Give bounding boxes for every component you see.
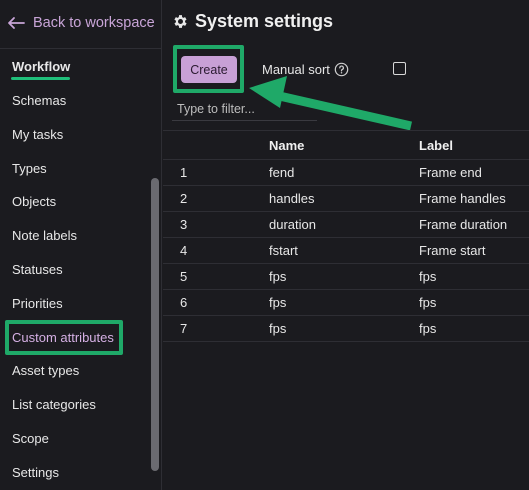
sidebar-item-priorities[interactable]: Priorities	[12, 295, 63, 313]
row-index: 1	[180, 165, 188, 180]
back-to-workspace-label: Back to workspace	[33, 15, 155, 31]
table-row[interactable]: 7 fps fps	[163, 316, 529, 342]
row-index: 7	[180, 321, 188, 336]
table-row[interactable]: 2 handles Frame handles	[163, 186, 529, 212]
row-index: 2	[180, 191, 188, 206]
page-title-text: System settings	[195, 10, 334, 31]
row-name: handles	[269, 191, 315, 206]
row-label: Frame handles	[419, 191, 506, 206]
active-tab-underline	[11, 77, 70, 80]
arrow-left-icon	[8, 17, 25, 29]
table-row[interactable]: 1 fend Frame end	[163, 160, 529, 186]
row-name: fstart	[269, 243, 298, 258]
sidebar-item-asset-types[interactable]: Asset types	[12, 362, 79, 380]
question-circle-icon[interactable]	[334, 62, 349, 77]
sidebar-item-list-categories[interactable]: List categories	[12, 396, 96, 414]
main-content: System settings Create Manual sort Name …	[163, 0, 529, 490]
sidebar-item-custom-attributes[interactable]: Custom attributes	[12, 329, 114, 347]
row-index: 5	[180, 269, 188, 284]
sidebar: Back to workspace Workflow Schemas My ta…	[0, 0, 162, 490]
table-row[interactable]: 5 fps fps	[163, 264, 529, 290]
sidebar-item-objects[interactable]: Objects	[12, 193, 56, 211]
table-row[interactable]: 4 fstart Frame start	[163, 238, 529, 264]
row-label: Frame end	[419, 165, 482, 180]
back-to-workspace-link[interactable]: Back to workspace	[7, 12, 155, 34]
sidebar-item-types[interactable]: Types	[12, 160, 47, 178]
sidebar-scrollbar[interactable]	[151, 178, 159, 471]
manual-sort-label: Manual sort	[262, 62, 330, 77]
attributes-table: Name Label 1 fend Frame end 2 handles Fr…	[163, 130, 529, 342]
sidebar-divider	[0, 48, 161, 49]
row-name: duration	[269, 217, 316, 232]
row-index: 3	[180, 217, 188, 232]
row-name: fps	[269, 321, 287, 336]
header-name[interactable]: Name	[269, 138, 419, 153]
page-title: System settings	[172, 10, 333, 32]
row-label: fps	[419, 295, 437, 310]
row-label: Frame start	[419, 243, 486, 258]
table-row[interactable]: 6 fps fps	[163, 290, 529, 316]
row-name: fend	[269, 165, 295, 180]
row-label: fps	[419, 321, 437, 336]
gear-icon	[174, 14, 187, 28]
sidebar-item-scope[interactable]: Scope	[12, 430, 49, 448]
table-header: Name Label	[163, 130, 529, 160]
manual-sort-checkbox[interactable]	[393, 62, 406, 75]
sidebar-item-schemas[interactable]: Schemas	[12, 92, 66, 110]
table-row[interactable]: 3 duration Frame duration	[163, 212, 529, 238]
app-root: Back to workspace Workflow Schemas My ta…	[0, 0, 529, 490]
row-label: Frame duration	[419, 217, 508, 232]
filter-input[interactable]	[172, 97, 317, 121]
row-name: fps	[269, 269, 287, 284]
row-index: 6	[180, 295, 188, 310]
row-name: fps	[269, 295, 287, 310]
sidebar-item-my-tasks[interactable]: My tasks	[12, 126, 63, 144]
header-label[interactable]: Label	[419, 138, 529, 153]
sidebar-item-note-labels[interactable]: Note labels	[12, 227, 77, 245]
row-label: fps	[419, 269, 437, 284]
sidebar-item-settings[interactable]: Settings	[12, 464, 59, 482]
row-index: 4	[180, 243, 188, 258]
sidebar-item-statuses[interactable]: Statuses	[12, 261, 63, 279]
sidebar-item-workflow[interactable]: Workflow	[12, 58, 70, 76]
create-button[interactable]: Create	[181, 56, 237, 83]
